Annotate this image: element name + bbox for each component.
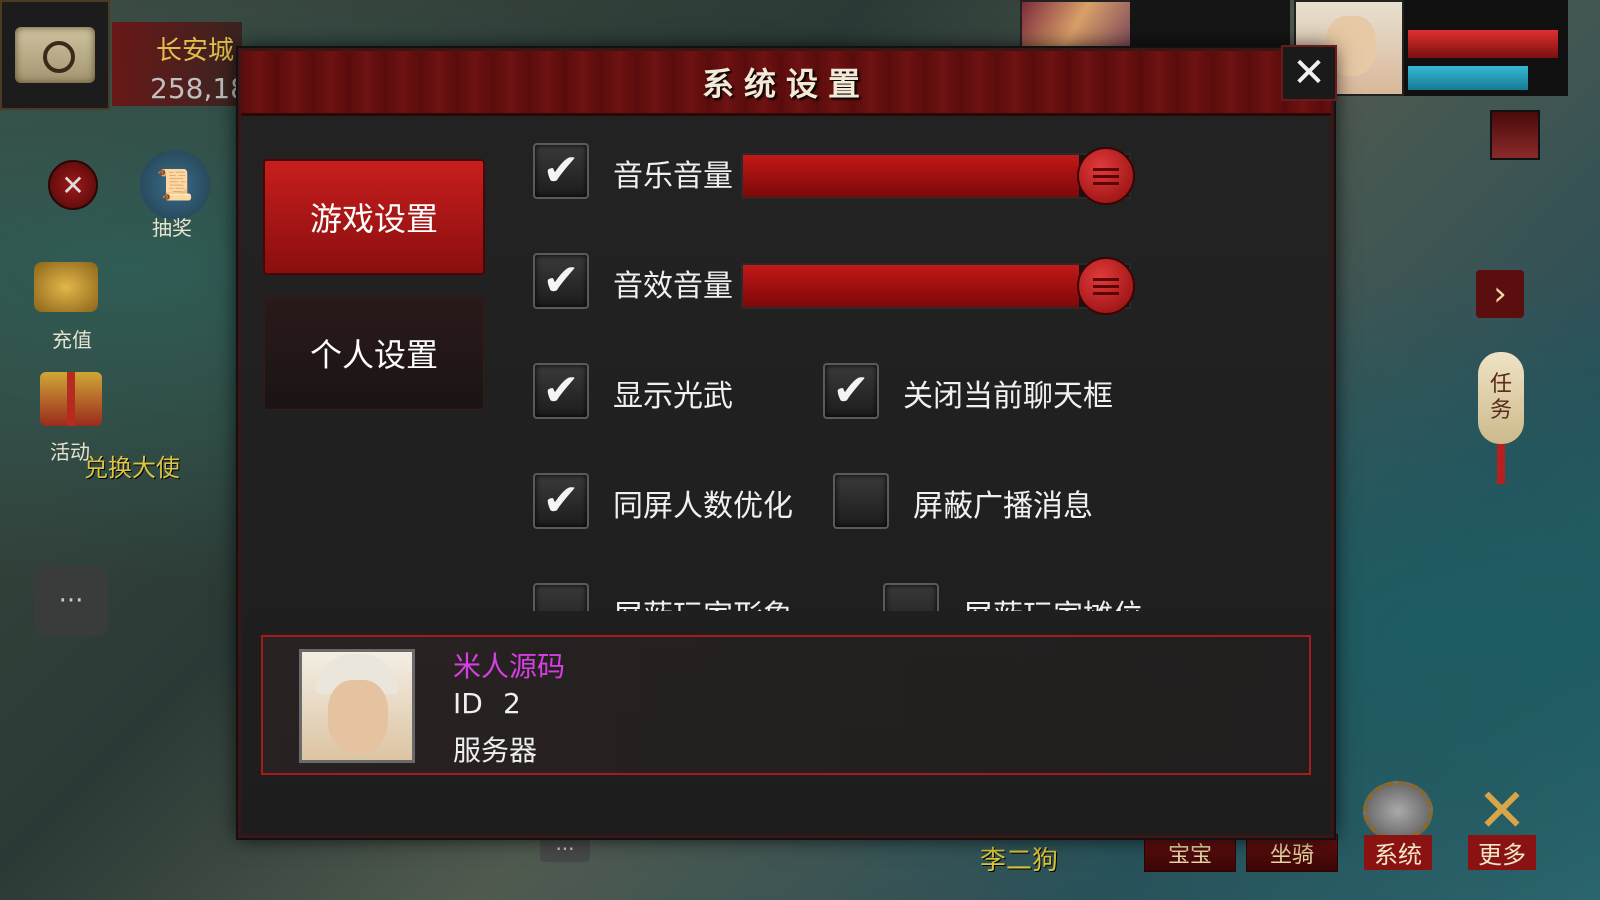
coins-icon[interactable] xyxy=(34,262,98,312)
sfx-volume-checkbox[interactable]: ✔ xyxy=(533,253,589,309)
block-player-avatar-checkbox[interactable] xyxy=(533,583,589,611)
scroll-icon: 📜 xyxy=(156,167,194,203)
show-weapon-glow-checkbox[interactable]: ✔ xyxy=(533,363,589,419)
lantern-tassel xyxy=(1497,444,1505,484)
crowd-optimize-checkbox[interactable]: ✔ xyxy=(533,473,589,529)
tab-game-settings[interactable]: 游戏设置 xyxy=(265,161,483,273)
close-chat-checkbox[interactable]: ✔ xyxy=(823,363,879,419)
avatar xyxy=(299,649,415,763)
close-icon: ✕ xyxy=(61,168,85,202)
minimap-button[interactable] xyxy=(0,0,110,110)
block-player-stall-checkbox[interactable] xyxy=(883,583,939,611)
checkmark-icon: ✔ xyxy=(542,475,580,526)
profile-card: 米人源码 ID 2 服务器 xyxy=(261,635,1311,775)
sfx-volume-fill xyxy=(743,265,1079,307)
task-label-1: 任 xyxy=(1489,371,1512,397)
music-volume-slider[interactable] xyxy=(741,153,1131,199)
lottery-button[interactable]: 📜 xyxy=(140,150,210,220)
dialog-title: 系统设置 xyxy=(701,65,870,103)
checkmark-icon: ✔ xyxy=(542,255,580,306)
music-volume-label: 音乐音量 xyxy=(613,159,733,194)
profile-name: 米人源码 xyxy=(453,650,566,683)
checkmark-icon: ✔ xyxy=(542,365,580,416)
expand-arrow-button[interactable]: › xyxy=(1476,270,1524,318)
npc-name-label: 兑换大使 xyxy=(84,454,180,482)
task-lantern-button[interactable]: 任 务 xyxy=(1478,352,1524,444)
sfx-volume-slider[interactable] xyxy=(741,263,1131,309)
mount-button[interactable]: 坐骑 xyxy=(1246,834,1338,872)
chat-button[interactable]: ··· xyxy=(34,566,108,636)
settings-scroll-area[interactable]: ✔ 音乐音量 ✔ 音效音量 ✔ 显示光武 ✔ 关闭当前聊天框 ✔ 同屏人数优化 … xyxy=(511,131,1311,611)
player-name-label: 李二狗 xyxy=(980,846,1059,876)
more-label: 更多 xyxy=(1468,835,1536,870)
close-icon: ✕ xyxy=(1292,50,1326,96)
buff-icon[interactable] xyxy=(1490,110,1540,160)
gear-icon xyxy=(1363,781,1433,841)
system-button[interactable]: 系统 xyxy=(1352,780,1444,870)
more-dots-icon: ··· xyxy=(555,837,575,861)
profile-server-label: 服务器 xyxy=(453,734,538,767)
system-settings-dialog: 系统设置 ✕ 游戏设置 个人设置 ✔ 音乐音量 ✔ 音效音量 ✔ 显示光武 ✔ … xyxy=(238,45,1337,838)
lottery-label: 抽奖 xyxy=(152,216,192,240)
block-player-avatar-label: 屏蔽玩家形象 xyxy=(613,591,793,611)
hp-bar xyxy=(1408,30,1558,58)
block-broadcast-label: 屏蔽广播消息 xyxy=(913,489,1093,524)
checkmark-icon: ✔ xyxy=(542,145,580,196)
mp-bar xyxy=(1408,66,1528,90)
chat-bubble-icon: ··· xyxy=(58,586,84,616)
block-player-stall-label: 屏蔽玩家摊位 xyxy=(963,591,1143,611)
crowd-optimize-label: 同屏人数优化 xyxy=(613,489,793,524)
chat-expand-button[interactable]: ··· xyxy=(540,836,590,862)
tab-personal-settings[interactable]: 个人设置 xyxy=(265,297,483,409)
close-chat-label: 关闭当前聊天框 xyxy=(903,379,1113,414)
profile-id-value: 2 xyxy=(503,687,521,720)
dialog-close-button[interactable]: ✕ xyxy=(1281,45,1337,101)
sfx-volume-knob[interactable] xyxy=(1077,257,1135,315)
target-portrait[interactable] xyxy=(1020,0,1132,50)
music-volume-checkbox[interactable]: ✔ xyxy=(533,143,589,199)
chevron-right-icon: › xyxy=(1493,274,1507,314)
hud-close-button[interactable]: ✕ xyxy=(48,160,98,210)
pet-button[interactable]: 宝宝 xyxy=(1144,834,1236,872)
sfx-volume-label: 音效音量 xyxy=(613,269,733,304)
player-coords: 258,18 xyxy=(150,72,248,105)
target-status-bar xyxy=(1130,0,1290,46)
gift-icon[interactable] xyxy=(40,372,102,426)
checkmark-icon: ✔ xyxy=(832,365,870,416)
profile-id-label: ID xyxy=(453,687,483,720)
task-label-2: 务 xyxy=(1489,398,1512,423)
show-weapon-glow-label: 显示光武 xyxy=(613,379,733,414)
system-label: 系统 xyxy=(1364,835,1432,870)
city-name: 长安城 xyxy=(156,36,235,66)
map-scroll-icon xyxy=(15,27,95,83)
recharge-label: 充值 xyxy=(52,328,92,352)
music-volume-fill xyxy=(743,155,1079,197)
music-volume-knob[interactable] xyxy=(1077,147,1135,205)
crossed-swords-icon: ✕ xyxy=(1476,776,1528,846)
block-broadcast-checkbox[interactable] xyxy=(833,473,889,529)
more-button[interactable]: ✕ 更多 xyxy=(1456,780,1548,870)
